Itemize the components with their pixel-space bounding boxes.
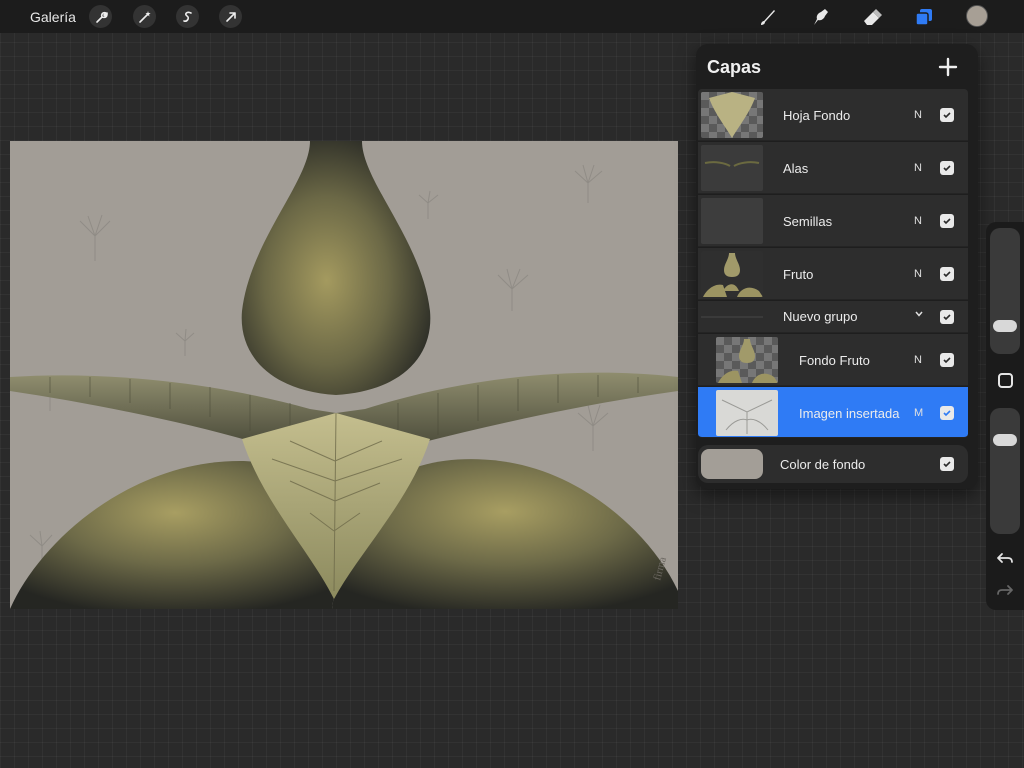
layer-thumbnail [701,198,763,244]
visibility-checkbox[interactable] [940,310,954,324]
background-color-row[interactable]: Color de fondo [698,445,968,483]
visibility-checkbox[interactable] [940,214,954,228]
transform-arrow-icon[interactable] [219,5,242,28]
background-color-swatch [701,449,763,479]
group-thumbnail [701,316,763,318]
layer-name: Hoja Fondo [783,108,851,123]
smudge-icon[interactable] [807,4,833,30]
layer-group-nuevo-grupo[interactable]: Nuevo grupo [698,301,968,333]
magic-wand-icon[interactable] [133,5,156,28]
selection-icon[interactable] [176,5,199,28]
opacity-knob[interactable] [993,434,1017,446]
visibility-checkbox[interactable] [940,108,954,122]
gallery-button[interactable]: Galería [30,9,76,25]
layer-row-alas[interactable]: Alas N [698,142,968,194]
color-picker-button[interactable] [966,5,988,27]
layer-row-semillas[interactable]: Semillas N [698,195,968,247]
brush-size-slider[interactable] [990,228,1020,354]
blend-mode-button[interactable]: M [914,407,923,419]
layer-thumbnail [716,337,778,383]
visibility-checkbox[interactable] [940,267,954,281]
side-slider-bar [986,222,1024,610]
background-color-label: Color de fondo [780,457,866,472]
top-toolbar: Galería [0,0,1024,33]
layer-thumbnail [701,251,763,297]
visibility-checkbox[interactable] [940,457,954,471]
layer-row-imagen-insertada[interactable]: Imagen insertada M [698,387,968,438]
layer-name: Fondo Fruto [799,353,870,368]
visibility-checkbox[interactable] [940,161,954,175]
group-name: Nuevo grupo [783,309,858,324]
layer-thumbnail [701,92,763,138]
layers-panel: Capas Hoja Fondo N Alas N Semillas N Fru… [696,44,978,489]
layer-row-hoja-fondo[interactable]: Hoja Fondo N [698,89,968,141]
redo-icon[interactable] [996,582,1014,600]
layer-row-fondo-fruto[interactable]: Fondo Fruto N [698,334,968,386]
layer-thumbnail [701,145,763,191]
layer-name: Alas [783,161,809,176]
blend-mode-button[interactable]: N [914,162,922,174]
brush-icon[interactable] [755,4,781,30]
layers-icon[interactable] [911,4,937,30]
opacity-slider[interactable] [990,408,1020,534]
plus-icon[interactable] [936,55,960,79]
blend-mode-button[interactable]: N [914,268,922,280]
blend-mode-button[interactable]: N [914,109,922,121]
chevron-down-icon[interactable] [914,309,924,319]
artwork-illustration: firma [10,141,678,609]
undo-icon[interactable] [996,550,1014,568]
wrench-icon[interactable] [89,5,112,28]
layer-row-fruto[interactable]: Fruto N [698,248,968,300]
blend-mode-button[interactable]: N [914,215,922,227]
modify-button-icon[interactable] [998,373,1013,388]
layer-name: Imagen insertada [799,406,900,421]
layer-name: Semillas [783,214,833,229]
layer-thumbnail [716,390,778,436]
brush-size-knob[interactable] [993,320,1017,332]
blend-mode-button[interactable]: N [914,354,922,366]
panel-title: Capas [707,57,762,77]
visibility-checkbox[interactable] [940,406,954,420]
artwork-canvas[interactable]: firma [10,141,678,609]
eraser-icon[interactable] [859,4,885,30]
visibility-checkbox[interactable] [940,353,954,367]
layer-name: Fruto [783,267,814,282]
